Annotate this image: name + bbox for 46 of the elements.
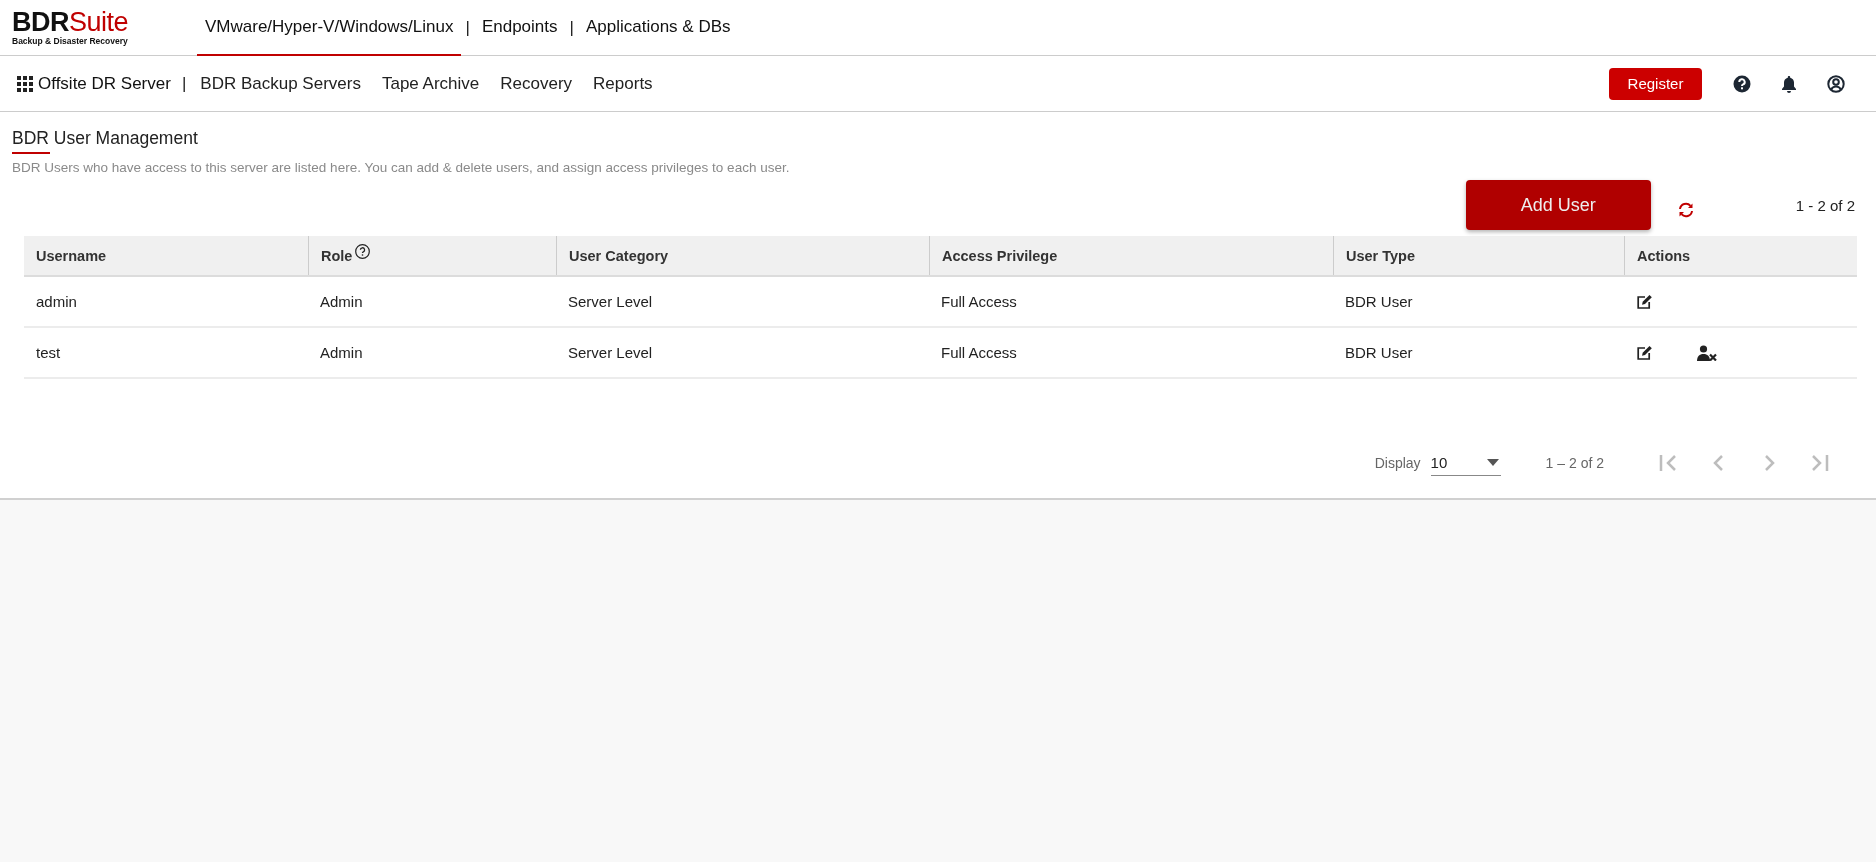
page-range: 1 – 2 of 2 [1545,454,1604,471]
add-user-button[interactable]: Add User [1465,180,1651,230]
edit-icon[interactable] [1636,344,1653,361]
column-header: Role [321,247,353,264]
table-cell: BDR User [1345,293,1413,310]
product-tab[interactable]: Endpoints [473,0,566,56]
delete-user-icon[interactable] [1697,344,1718,361]
nav-link[interactable]: BDR Backup Servers [200,73,361,94]
table-cell: Admin [320,344,363,361]
page-size-dropdown[interactable]: 10 [1430,449,1501,476]
table-cell: admin [36,293,77,310]
record-count: 1 - 2 of 2 [1795,196,1855,214]
register-button[interactable]: Register [1609,67,1702,100]
logo-tagline: Backup & Disaster Recovery [12,36,129,46]
table-cell: Full Access [941,344,1017,361]
page-title: BDR User Management [12,128,198,149]
brand-logo: BDRSuite [12,9,130,35]
product-tab[interactable]: Applications & DBs [577,0,739,56]
apps-grid-icon[interactable] [17,75,33,92]
help-icon[interactable] [1733,74,1751,93]
nav-link[interactable]: Recovery [500,73,573,94]
column-header: Actions [1637,247,1691,264]
column-header: Access Privilege [942,247,1058,264]
column-header: Username [36,247,107,264]
table-cell: Full Access [941,293,1017,310]
tab-separator: | [568,16,575,39]
role-help-icon[interactable] [355,244,371,259]
refresh-icon[interactable] [1676,202,1695,218]
user-account-icon[interactable] [1827,74,1845,93]
nav-link[interactable]: Reports [593,73,653,94]
page-description: BDR Users who have access to this server are listed here. You can add & delete users, and assign access privileges to each user. [12,160,791,175]
table-cell: Server Level [568,293,653,310]
column-header: User Type [1346,247,1416,264]
table-cell: Admin [320,293,363,310]
nav-separator: | [181,73,187,94]
tab-separator: | [464,16,471,39]
notification-bell-icon[interactable] [1781,74,1797,93]
current-server-label[interactable]: Offsite DR Server [38,73,171,94]
caret-icon[interactable] [1486,458,1499,466]
table-cell: test [36,344,61,361]
column-header: User Category [569,247,669,264]
table-cell: Server Level [568,344,653,361]
nav-link[interactable]: Tape Archive [381,73,480,94]
edit-icon[interactable] [1636,293,1653,310]
table-cell: BDR User [1345,344,1413,361]
display-label: Display [1374,454,1421,471]
